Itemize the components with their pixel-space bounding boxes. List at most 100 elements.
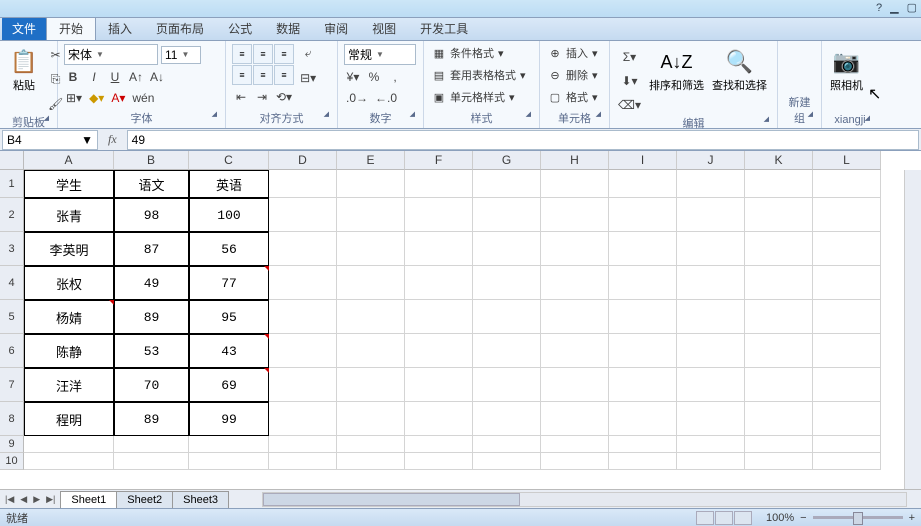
cell[interactable]: [337, 198, 405, 232]
minimize-icon[interactable]: ▁: [890, 1, 898, 14]
col-header[interactable]: I: [609, 151, 677, 170]
cell[interactable]: [541, 300, 609, 334]
indent-left-button[interactable]: ⇤: [232, 88, 250, 106]
table-cell[interactable]: 程明: [24, 402, 114, 436]
zoom-level[interactable]: 100%: [766, 512, 794, 524]
cell[interactable]: [541, 436, 609, 453]
table-cell[interactable]: 53: [114, 334, 189, 368]
insert-cells-button[interactable]: ⊕插入▾: [546, 44, 600, 62]
cell[interactable]: [405, 300, 473, 334]
find-select-button[interactable]: 🔍 查找和选择: [710, 44, 769, 94]
vertical-scrollbar[interactable]: [904, 170, 921, 489]
cell[interactable]: [189, 453, 269, 470]
cell[interactable]: [114, 453, 189, 470]
camera-button[interactable]: 📷 照相机: [828, 44, 865, 94]
cell[interactable]: [813, 170, 881, 198]
table-cell[interactable]: 杨婧: [24, 300, 114, 334]
cell[interactable]: [405, 436, 473, 453]
cell[interactable]: [473, 453, 541, 470]
cell[interactable]: [541, 232, 609, 266]
cell[interactable]: [405, 453, 473, 470]
cell[interactable]: [677, 266, 745, 300]
table-cell[interactable]: 49: [114, 266, 189, 300]
cell[interactable]: [269, 198, 337, 232]
col-header[interactable]: L: [813, 151, 881, 170]
spreadsheet-grid[interactable]: ABCDEFGHIJKL 12345678910 学生语文英语张青98100李英…: [0, 151, 921, 489]
underline-button[interactable]: U: [106, 68, 124, 86]
zoom-slider[interactable]: [813, 516, 903, 519]
table-cell[interactable]: 95: [189, 300, 269, 334]
cell[interactable]: [541, 170, 609, 198]
row-header[interactable]: 4: [0, 266, 24, 300]
cell[interactable]: [405, 266, 473, 300]
number-format-select[interactable]: 常规▼: [344, 44, 416, 65]
comma-button[interactable]: ,: [386, 68, 404, 86]
cell[interactable]: [337, 402, 405, 436]
cell[interactable]: [473, 334, 541, 368]
cell[interactable]: [745, 170, 813, 198]
row-header[interactable]: 8: [0, 402, 24, 436]
border-button[interactable]: ⊞▾: [64, 89, 84, 107]
cell[interactable]: [813, 368, 881, 402]
tab-formulas[interactable]: 公式: [216, 17, 264, 40]
paste-button[interactable]: 📋 粘贴: [6, 44, 42, 94]
cell[interactable]: [677, 198, 745, 232]
cell[interactable]: [541, 198, 609, 232]
currency-button[interactable]: ¥▾: [344, 68, 362, 86]
cell[interactable]: [677, 334, 745, 368]
cell[interactable]: [677, 170, 745, 198]
phonetic-button[interactable]: wén: [130, 89, 156, 107]
merge-button[interactable]: ⊟▾: [298, 69, 318, 87]
cell[interactable]: [609, 198, 677, 232]
cell[interactable]: [269, 368, 337, 402]
sheet-tab[interactable]: Sheet2: [116, 491, 173, 508]
cell[interactable]: [337, 300, 405, 334]
cell[interactable]: [813, 198, 881, 232]
tab-insert[interactable]: 插入: [96, 17, 144, 40]
table-cell[interactable]: 陈静: [24, 334, 114, 368]
cell[interactable]: [677, 402, 745, 436]
format-as-table-button[interactable]: ▤套用表格格式▾: [430, 66, 528, 84]
table-cell[interactable]: 69: [189, 368, 269, 402]
cell[interactable]: [24, 453, 114, 470]
cell[interactable]: [337, 266, 405, 300]
font-name-select[interactable]: 宋体▼: [64, 44, 158, 65]
table-cell[interactable]: 89: [114, 402, 189, 436]
tab-file[interactable]: 文件: [2, 17, 46, 40]
fill-button[interactable]: ⬇▾: [616, 72, 643, 90]
cell[interactable]: [745, 436, 813, 453]
cell[interactable]: [337, 170, 405, 198]
row-header[interactable]: 9: [0, 436, 24, 453]
cell[interactable]: [813, 266, 881, 300]
sheet-tab[interactable]: Sheet3: [172, 491, 229, 508]
cell[interactable]: [405, 232, 473, 266]
table-cell[interactable]: 43: [189, 334, 269, 368]
cell[interactable]: [473, 368, 541, 402]
cell[interactable]: [677, 232, 745, 266]
cell[interactable]: [609, 334, 677, 368]
table-cell[interactable]: 语文: [114, 170, 189, 198]
font-color-button[interactable]: A▾: [109, 89, 127, 107]
cell[interactable]: [677, 300, 745, 334]
help-icon[interactable]: ?: [876, 2, 882, 14]
row-header[interactable]: 1: [0, 170, 24, 198]
cell[interactable]: [541, 266, 609, 300]
percent-button[interactable]: %: [365, 68, 383, 86]
formula-bar[interactable]: 49: [127, 130, 919, 150]
cell[interactable]: [269, 402, 337, 436]
tab-layout[interactable]: 页面布局: [144, 17, 216, 40]
zoom-in-button[interactable]: +: [909, 512, 915, 524]
table-cell[interactable]: 张青: [24, 198, 114, 232]
tab-home[interactable]: 开始: [46, 16, 96, 40]
sheet-tab[interactable]: Sheet1: [60, 491, 117, 508]
row-header[interactable]: 10: [0, 453, 24, 470]
sort-filter-button[interactable]: A↓Z 排序和筛选: [647, 44, 706, 94]
tab-dev[interactable]: 开发工具: [408, 17, 480, 40]
col-header[interactable]: A: [24, 151, 114, 170]
name-box[interactable]: B4▼: [2, 130, 98, 150]
col-header[interactable]: E: [337, 151, 405, 170]
cell[interactable]: [813, 232, 881, 266]
col-header[interactable]: K: [745, 151, 813, 170]
clear-button[interactable]: ⌫▾: [616, 96, 643, 114]
cell[interactable]: [609, 266, 677, 300]
